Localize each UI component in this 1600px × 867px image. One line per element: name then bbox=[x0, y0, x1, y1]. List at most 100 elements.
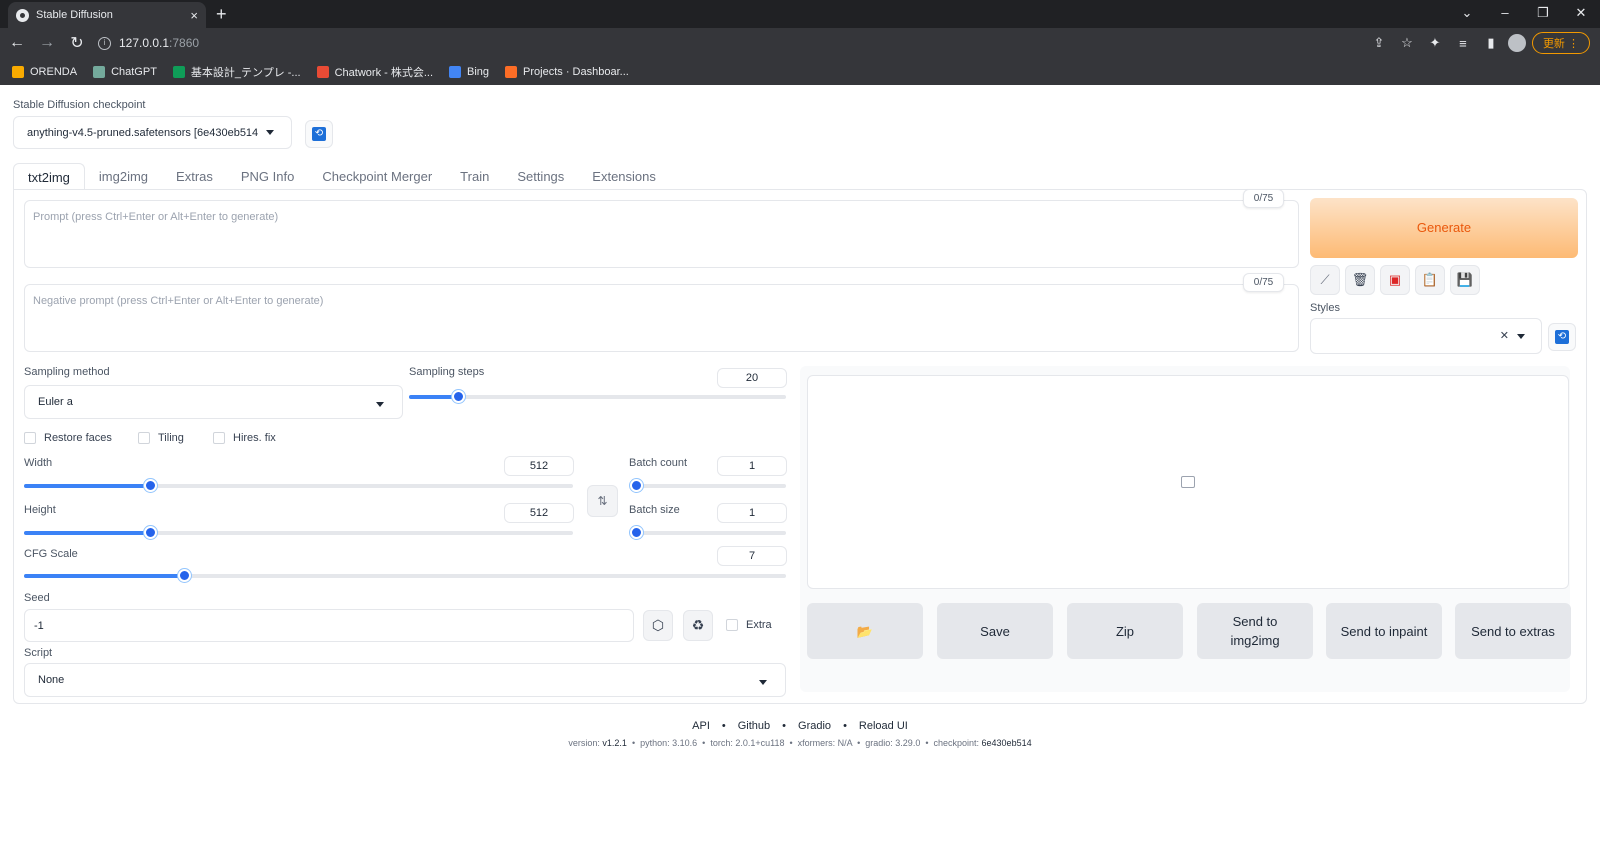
bookmark-star-icon[interactable]: ☆ bbox=[1396, 35, 1418, 51]
slider-handle[interactable] bbox=[630, 479, 643, 492]
restore-icon[interactable]: ❐ bbox=[1524, 0, 1562, 28]
tab-search-icon[interactable]: ⌄ bbox=[1448, 0, 1486, 28]
update-button[interactable]: 更新 ⋮ bbox=[1531, 32, 1590, 54]
cfg-scale-input[interactable]: 7 bbox=[717, 546, 787, 566]
new-tab-icon[interactable]: + bbox=[216, 4, 227, 25]
tab-settings[interactable]: Settings bbox=[503, 163, 578, 190]
tab-extensions[interactable]: Extensions bbox=[578, 163, 670, 190]
image-placeholder-icon bbox=[1181, 476, 1195, 488]
side-panel-icon[interactable]: ▮ bbox=[1480, 35, 1502, 51]
save-style-button[interactable]: 💾 bbox=[1450, 265, 1480, 295]
apply-style-button[interactable]: 📋 bbox=[1415, 265, 1445, 295]
sampling-steps-input[interactable]: 20 bbox=[717, 368, 787, 388]
bookmark-favicon-icon bbox=[12, 65, 24, 78]
bookmark-item[interactable]: Bing bbox=[449, 65, 489, 78]
footer-link-api[interactable]: API bbox=[692, 720, 710, 732]
clear-icon[interactable]: ✕ bbox=[1500, 329, 1509, 342]
bookmark-favicon-icon bbox=[93, 65, 106, 78]
reuse-seed-button[interactable]: ♻ bbox=[683, 610, 713, 641]
sampling-steps-slider[interactable] bbox=[409, 390, 786, 403]
bookmark-item[interactable]: Chatwork - 株式会... bbox=[316, 64, 434, 80]
restore-faces-checkbox[interactable]: Restore faces bbox=[24, 432, 112, 444]
send-to-img2img-button[interactable]: Send to img2img bbox=[1197, 603, 1313, 659]
tiling-checkbox[interactable]: Tiling bbox=[138, 432, 184, 444]
bookmark-label: Projects · Dashboar... bbox=[523, 65, 629, 78]
swap-dimensions-button[interactable]: ⇅ bbox=[587, 485, 618, 517]
refresh-styles-button[interactable]: ⟲ bbox=[1548, 323, 1576, 351]
height-slider[interactable] bbox=[24, 526, 573, 539]
tab-train[interactable]: Train bbox=[446, 163, 503, 190]
extra-networks-button[interactable]: ▣ bbox=[1380, 265, 1410, 295]
url-host: 127.0.0.1 bbox=[119, 36, 170, 50]
width-input[interactable]: 512 bbox=[504, 456, 574, 476]
footer-links: API • Github • Gradio • Reload UI bbox=[0, 720, 1600, 732]
hires-fix-checkbox[interactable]: Hires. fix bbox=[213, 432, 276, 444]
width-slider[interactable] bbox=[24, 479, 573, 492]
share-icon[interactable]: ⇪ bbox=[1368, 35, 1390, 51]
site-info-icon[interactable]: i bbox=[98, 36, 111, 50]
batch-count-slider[interactable] bbox=[630, 479, 786, 492]
seed-input[interactable]: -1 bbox=[24, 609, 634, 642]
tab-checkpoint-merger[interactable]: Checkpoint Merger bbox=[308, 163, 446, 190]
generate-button[interactable]: Generate bbox=[1310, 198, 1578, 258]
random-seed-button[interactable]: ⬡ bbox=[643, 610, 673, 641]
clear-prompt-button[interactable]: 🗑 bbox=[1345, 265, 1375, 295]
bookmark-item[interactable]: ChatGPT bbox=[93, 65, 157, 78]
sampling-method-dropdown[interactable]: Euler a bbox=[24, 385, 403, 419]
send-to-extras-button[interactable]: Send to extras bbox=[1455, 603, 1571, 659]
reading-list-icon[interactable]: ≡ bbox=[1452, 36, 1474, 51]
bookmark-item[interactable]: Projects · Dashboar... bbox=[505, 65, 629, 78]
footer-link-gradio[interactable]: Gradio bbox=[798, 720, 831, 732]
tab-title: Stable Diffusion bbox=[36, 9, 113, 21]
gradio-version: gradio: 3.29.0 bbox=[865, 738, 921, 748]
script-dropdown[interactable]: None bbox=[24, 663, 786, 697]
zip-button[interactable]: Zip bbox=[1067, 603, 1183, 659]
bookmark-label: Chatwork - 株式会... bbox=[334, 66, 434, 79]
bookmark-label: ORENDA bbox=[30, 65, 78, 78]
reload-icon[interactable]: ↻ bbox=[64, 33, 90, 53]
read-params-button[interactable]: ⟋ bbox=[1310, 265, 1340, 295]
negative-prompt-input[interactable]: Negative prompt (press Ctrl+Enter or Alt… bbox=[24, 284, 1299, 352]
styles-dropdown[interactable]: ✕ bbox=[1310, 318, 1542, 354]
close-tab-icon[interactable]: × bbox=[190, 8, 198, 23]
save-button[interactable]: Save bbox=[937, 603, 1053, 659]
address-bar[interactable]: i 127.0.0.1:7860 bbox=[92, 31, 1382, 55]
batch-count-input[interactable]: 1 bbox=[717, 456, 787, 476]
refresh-checkpoint-button[interactable]: ⟲ bbox=[305, 120, 333, 148]
slider-handle[interactable] bbox=[630, 526, 643, 539]
back-icon[interactable]: ← bbox=[4, 34, 30, 52]
close-window-icon[interactable]: ✕ bbox=[1562, 0, 1600, 28]
slider-handle[interactable] bbox=[452, 390, 465, 403]
chevron-down-icon bbox=[266, 130, 275, 135]
swap-arrows-icon: ⇅ bbox=[597, 494, 608, 508]
batch-size-slider[interactable] bbox=[630, 526, 786, 539]
tab-txt2img[interactable]: txt2img bbox=[13, 163, 85, 190]
prompt-input[interactable]: Prompt (press Ctrl+Enter or Alt+Enter to… bbox=[24, 200, 1299, 268]
cfg-scale-slider[interactable] bbox=[24, 569, 786, 582]
profile-avatar[interactable] bbox=[1507, 34, 1526, 52]
batch-size-input[interactable]: 1 bbox=[717, 503, 787, 523]
send-to-inpaint-button[interactable]: Send to inpaint bbox=[1326, 603, 1442, 659]
forward-icon[interactable]: → bbox=[34, 34, 60, 52]
extra-seed-checkbox[interactable]: Extra bbox=[726, 619, 772, 631]
refresh-icon: ⟲ bbox=[312, 127, 326, 141]
footer: API • Github • Gradio • Reload UI version: v1.… bbox=[0, 720, 1600, 748]
footer-link-github[interactable]: Github bbox=[738, 720, 770, 732]
height-input[interactable]: 512 bbox=[504, 503, 574, 523]
open-folder-button[interactable]: 📂 bbox=[807, 603, 923, 659]
tab-png-info[interactable]: PNG Info bbox=[227, 163, 308, 190]
checkpoint-hash-label: checkpoint: bbox=[933, 738, 980, 748]
minimize-icon[interactable]: – bbox=[1486, 0, 1524, 28]
refresh-icon: ⟲ bbox=[1555, 330, 1569, 344]
browser-tab[interactable]: Stable Diffusion × bbox=[8, 2, 206, 28]
extensions-icon[interactable]: ✦ bbox=[1424, 35, 1446, 51]
xformers-version: xformers: N/A bbox=[797, 738, 853, 748]
checkpoint-dropdown[interactable]: anything-v4.5-pruned.safetensors [6e430e… bbox=[13, 116, 292, 149]
bookmark-item[interactable]: ORENDA bbox=[12, 65, 78, 78]
tab-img2img[interactable]: img2img bbox=[85, 163, 162, 190]
tab-extras[interactable]: Extras bbox=[162, 163, 227, 190]
footer-link-reload-ui[interactable]: Reload UI bbox=[859, 720, 908, 732]
slider-handle[interactable] bbox=[178, 569, 192, 582]
bookmark-item[interactable]: 基本設計_テンプレ -... bbox=[172, 64, 301, 80]
arrow-diagonal-icon: ⟋ bbox=[1320, 272, 1330, 287]
